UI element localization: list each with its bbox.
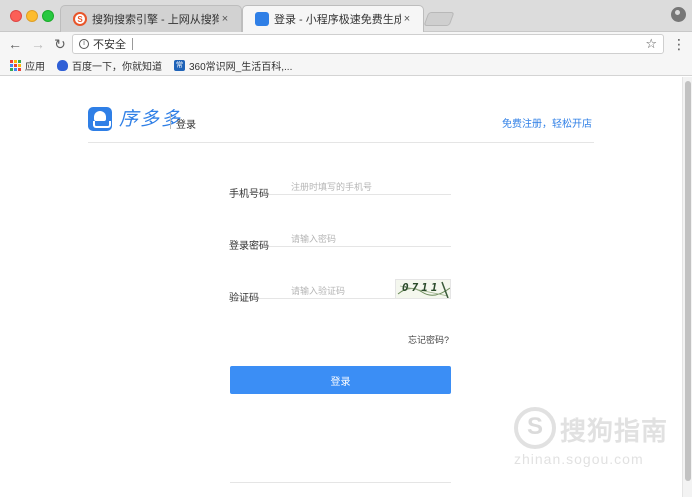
watermark: 搜狗指南 zhinan.sogou.com (514, 407, 674, 467)
bookmark-label: 应用 (25, 62, 45, 73)
page-content: 序多多 登录 免费注册，轻松开店 手机号码 登录密码 验证码 0711 忘记密码… (0, 77, 682, 497)
close-icon[interactable]: × (401, 13, 413, 25)
back-icon[interactable]: ← (5, 34, 25, 54)
window-minimize-button[interactable] (26, 10, 38, 22)
omnibox-divider (132, 38, 133, 50)
profile-icon[interactable] (671, 7, 686, 22)
phone-label: 手机号码 (229, 189, 269, 200)
login-button[interactable]: 登录 (230, 366, 451, 394)
apps-grid-icon (10, 60, 21, 71)
header-divider (170, 113, 171, 129)
bookmark-label: 360常识网_生活百科,... (189, 62, 293, 73)
tab-sogou[interactable]: S 搜狗搜索引擎 - 上网从搜狗开始 × (60, 5, 242, 32)
tab-login[interactable]: 登录 - 小程序极速免费生成 × (242, 5, 424, 32)
close-icon[interactable]: × (219, 13, 231, 25)
site-icon: 常 (174, 60, 185, 71)
password-row: 登录密码 (229, 227, 451, 252)
window-zoom-button[interactable] (42, 10, 54, 22)
app-logo-icon[interactable] (88, 107, 112, 131)
reload-icon[interactable]: ↻ (50, 34, 70, 54)
footer-divider (230, 482, 451, 483)
tab-title: 搜狗搜索引擎 - 上网从搜狗开始 (92, 14, 219, 26)
captcha-label: 验证码 (229, 293, 259, 304)
forward-icon[interactable]: → (28, 34, 48, 54)
info-icon[interactable]: i (79, 39, 89, 49)
password-input[interactable] (291, 231, 441, 247)
watermark-url: zhinan.sogou.com (514, 451, 644, 467)
sogou-watermark-icon (514, 407, 556, 449)
browser-titlebar: S 搜狗搜索引擎 - 上网从搜狗开始 × 登录 - 小程序极速免费生成 × (0, 0, 692, 32)
watermark-text: 搜狗指南 (560, 416, 669, 446)
bookmarks-bar: 应用 百度一下，你就知道 常 360常识网_生活百科,... (0, 56, 692, 76)
bookmark-baidu[interactable]: 百度一下，你就知道 (57, 58, 162, 73)
baidu-paw-icon (57, 60, 68, 71)
bookmark-apps[interactable]: 应用 (10, 58, 45, 73)
new-tab-button[interactable] (423, 12, 455, 26)
scrollbar-thumb[interactable] (685, 81, 691, 481)
phone-input[interactable] (291, 179, 441, 195)
app-logo-icon (255, 12, 269, 26)
captcha-image[interactable]: 0711 (395, 279, 451, 299)
window-close-button[interactable] (10, 10, 22, 22)
password-label: 登录密码 (229, 241, 269, 252)
bookmark-label: 百度一下，你就知道 (72, 62, 162, 73)
captcha-row: 验证码 0711 (229, 279, 451, 304)
phone-row: 手机号码 (229, 175, 451, 200)
captcha-input[interactable] (291, 283, 386, 299)
forgot-password-link[interactable]: 忘记密码? (408, 333, 449, 346)
page-scrollbar[interactable] (682, 77, 692, 497)
tab-title: 登录 - 小程序极速免费生成 (274, 14, 401, 26)
logo-text[interactable]: 序多多 (119, 107, 182, 131)
bookmark-star-icon[interactable]: ☆ (645, 36, 657, 52)
sogou-icon: S (73, 12, 87, 26)
page-title: 登录 (176, 120, 196, 131)
browser-toolbar: ← → ↻ i 不安全 ☆ ⋮ (0, 32, 692, 56)
bookmark-360[interactable]: 常 360常识网_生活百科,... (174, 58, 292, 73)
register-link[interactable]: 免费注册，轻松开店 (502, 115, 592, 130)
browser-menu-icon[interactable]: ⋮ (672, 34, 686, 54)
security-label: 不安全 (93, 39, 126, 51)
captcha-text: 0711 (402, 281, 441, 294)
address-bar[interactable]: i 不安全 ☆ (72, 34, 664, 54)
page-header: 序多多 登录 免费注册，轻松开店 (88, 107, 594, 143)
